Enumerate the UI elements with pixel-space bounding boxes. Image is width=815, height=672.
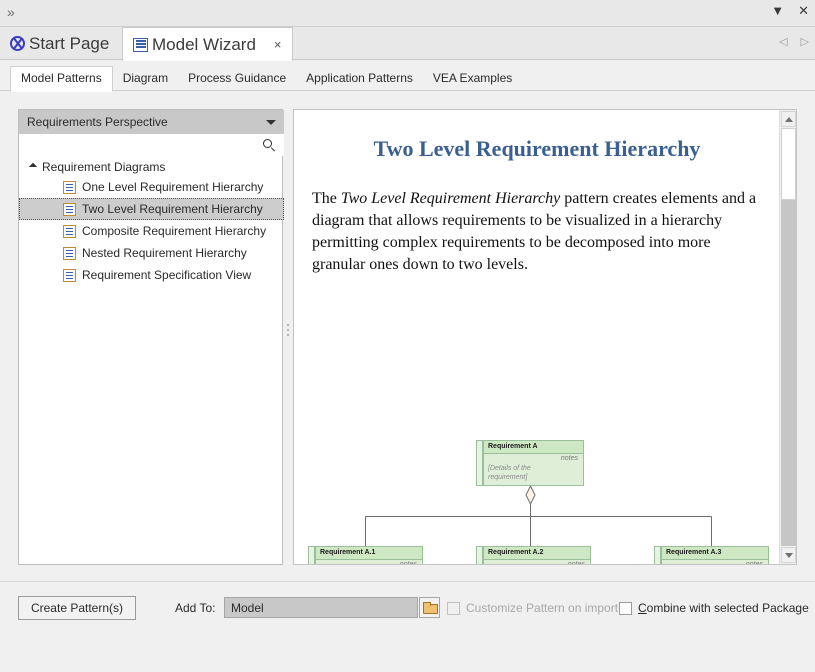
close-icon[interactable]: ✕	[798, 3, 809, 19]
node-title: Requirement A.1	[316, 547, 422, 560]
window-top-bar: » ▼ ✕	[0, 0, 815, 27]
document-tab-label: Start Page	[29, 34, 109, 54]
page-title: Two Level Requirement Hierarchy	[294, 136, 780, 162]
overflow-chevron-icon[interactable]: »	[7, 4, 15, 20]
preview-vertical-scrollbar[interactable]	[779, 110, 796, 564]
customize-pattern-checkbox: Customize Pattern on import	[447, 601, 618, 615]
node-details: [Details of the requirement]	[488, 464, 580, 482]
wizard-client-area: Requirements Perspective Requirement Dia…	[0, 91, 815, 581]
node-title: Requirement A.3	[662, 547, 768, 560]
tab-scroll-controls: ◁ ▷	[779, 35, 809, 48]
tree-group-requirement-diagrams[interactable]: Requirement Diagrams	[19, 158, 284, 176]
add-to-label: Add To:	[175, 601, 215, 615]
node-stereotype-bar	[476, 546, 483, 564]
description-lead: The	[312, 190, 341, 207]
wizard-tab-strip: Model Patterns Diagram Process Guidance …	[0, 61, 815, 91]
window-controls: ▼ ✕	[771, 3, 809, 19]
tree-item-label: Nested Requirement Hierarchy	[82, 246, 247, 260]
checkbox-label-rest: ombine with selected Package	[647, 601, 809, 615]
tab-diagram[interactable]: Diagram	[113, 67, 178, 91]
tree-item-label: Requirement Specification View	[82, 268, 251, 282]
tree-item-label: One Level Requirement Hierarchy	[82, 180, 263, 194]
requirement-diagram-icon	[63, 203, 76, 216]
node-stereotype-bar	[476, 440, 483, 486]
wizard-footer: Create Pattern(s) Add To: Model Customiz…	[0, 581, 815, 672]
checkbox-label: Customize Pattern on import	[466, 601, 618, 615]
checkbox-box[interactable]	[619, 602, 632, 615]
tree-item-label: Composite Requirement Hierarchy	[82, 224, 266, 238]
checkbox-label: Combine with selected Package	[638, 601, 809, 615]
preview-description: The Two Level Requirement Hierarchy patt…	[312, 188, 762, 276]
requirement-diagram-icon	[63, 247, 76, 260]
node-body: Requirement A.1 notes [Details of the re…	[315, 546, 423, 564]
node-body: Requirement A notes [Details of the requ…	[483, 440, 584, 486]
tree-group-label: Requirement Diagrams	[42, 160, 165, 174]
tab-scroll-next-icon[interactable]: ▷	[801, 35, 809, 48]
node-title: Requirement A.2	[484, 547, 590, 560]
perspective-dropdown[interactable]: Requirements Perspective	[19, 110, 284, 134]
add-to-input[interactable]: Model	[224, 597, 418, 618]
chevron-down-icon	[266, 120, 276, 125]
tree-item-requirement-specification-view[interactable]: Requirement Specification View	[19, 264, 284, 286]
search-row	[19, 134, 284, 156]
tree-item-label: Two Level Requirement Hierarchy	[82, 202, 263, 216]
node-title: Requirement A	[484, 441, 583, 454]
folder-open-icon	[423, 602, 437, 613]
diagram-node-requirement-a[interactable]: Requirement A notes [Details of the requ…	[476, 440, 584, 486]
tree-item-two-level-requirement-hierarchy[interactable]: Two Level Requirement Hierarchy	[19, 198, 284, 220]
triangle-expanded-icon[interactable]	[29, 163, 37, 171]
tab-model-patterns[interactable]: Model Patterns	[10, 66, 113, 92]
node-stereotype-bar	[654, 546, 661, 564]
document-tab-start-page[interactable]: Start Page	[0, 27, 119, 60]
pattern-browser-panel: Requirements Perspective Requirement Dia…	[18, 109, 283, 565]
node-body: Requirement A.2 notes [Details of the re…	[483, 546, 591, 564]
node-notes-label: notes	[400, 561, 417, 564]
description-emphasis: Two Level Requirement Hierarchy	[341, 190, 560, 207]
requirement-diagram-icon	[63, 269, 76, 282]
diagram-connectors	[294, 310, 780, 564]
browse-package-button[interactable]	[419, 597, 440, 618]
panel-splitter[interactable]	[285, 109, 291, 565]
node-details-line1: [Details of the	[488, 465, 531, 472]
search-icon[interactable]	[262, 138, 276, 152]
scrollbar-track[interactable]	[781, 128, 796, 546]
tree-item-nested-requirement-hierarchy[interactable]: Nested Requirement Hierarchy	[19, 242, 284, 264]
tab-scroll-prev-icon[interactable]: ◁	[779, 35, 787, 48]
requirement-diagram-icon	[63, 225, 76, 238]
start-page-icon	[10, 36, 25, 51]
pattern-preview-panel: Two Level Requirement Hierarchy The Two …	[293, 109, 797, 565]
preview-diagram: Requirement A notes [Details of the requ…	[294, 310, 780, 564]
scroll-up-arrow-icon[interactable]	[781, 111, 796, 127]
create-patterns-button[interactable]: Create Pattern(s)	[18, 596, 136, 620]
document-tab-bar: Start Page Model Wizard × ◁ ▷	[0, 27, 815, 60]
requirement-diagram-icon	[63, 181, 76, 194]
diagram-node-requirement-a3[interactable]: Requirement A.3 notes [Details of the re…	[654, 546, 769, 564]
tab-application-patterns[interactable]: Application Patterns	[296, 67, 423, 91]
node-body: Requirement A.3 notes [Details of the re…	[661, 546, 769, 564]
model-wizard-icon	[133, 38, 148, 52]
diagram-node-requirement-a2[interactable]: Requirement A.2 notes [Details of the re…	[476, 546, 591, 564]
tab-process-guidance[interactable]: Process Guidance	[178, 67, 296, 91]
checkbox-box	[447, 602, 460, 615]
document-tab-label: Model Wizard	[152, 35, 256, 55]
pattern-tree: Requirement Diagrams One Level Requireme…	[19, 158, 284, 564]
tree-item-one-level-requirement-hierarchy[interactable]: One Level Requirement Hierarchy	[19, 176, 284, 198]
document-tab-model-wizard[interactable]: Model Wizard ×	[122, 27, 293, 61]
node-stereotype-bar	[308, 546, 315, 564]
panel-menu-caret-icon[interactable]: ▼	[771, 3, 784, 19]
combine-with-package-checkbox[interactable]: Combine with selected Package	[619, 601, 809, 615]
node-notes-label: notes	[561, 455, 578, 462]
checkbox-label-accel: C	[638, 601, 647, 615]
tab-vea-examples[interactable]: VEA Examples	[423, 67, 522, 91]
perspective-value: Requirements Perspective	[27, 115, 266, 129]
close-icon[interactable]: ×	[274, 37, 282, 52]
diagram-node-requirement-a1[interactable]: Requirement A.1 notes [Details of the re…	[308, 546, 423, 564]
node-details-line2: requirement]	[488, 474, 527, 481]
scrollbar-thumb[interactable]	[781, 128, 796, 200]
node-notes-label: notes	[568, 561, 585, 564]
preview-document: Two Level Requirement Hierarchy The Two …	[294, 110, 780, 564]
node-notes-label: notes	[746, 561, 763, 564]
tree-item-composite-requirement-hierarchy[interactable]: Composite Requirement Hierarchy	[19, 220, 284, 242]
scroll-down-arrow-icon[interactable]	[781, 547, 796, 563]
